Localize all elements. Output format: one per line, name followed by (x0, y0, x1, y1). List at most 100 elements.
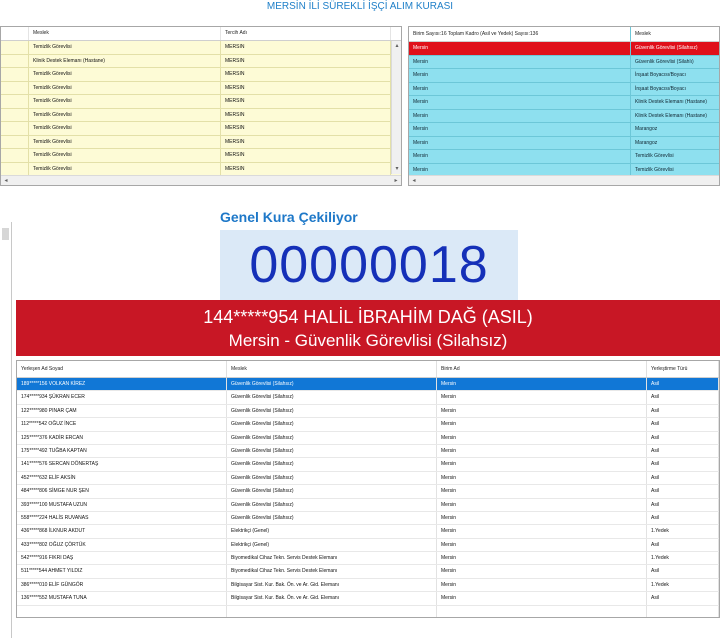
row-selector[interactable] (1, 108, 29, 121)
scroll-left-icon[interactable]: ◂ (1, 176, 11, 185)
table-row[interactable]: 136*****552 MUSTAFA TUNA Bilgisayar Sist.… (17, 592, 719, 606)
scroll-down-icon[interactable]: ▾ (392, 164, 401, 174)
table-cell: Mersin (437, 471, 647, 485)
table-cell: Mersin (437, 391, 647, 404)
table-cell: Klinik Destek Elemanı (Hastane) (635, 112, 707, 119)
row-selector[interactable] (1, 135, 29, 148)
table-row[interactable]: 174*****934 ŞÜKRAN ECER Güvenlik Görevlis… (17, 391, 719, 405)
table-cell: Asil (647, 485, 719, 498)
table-row[interactable]: 452*****632 ELİF AKSİN Güvenlik Görevlisi… (17, 471, 719, 486)
table-row[interactable]: 189*****156 VOLKAN KİREZ Güvenlik Görevli… (17, 378, 719, 392)
empty-row[interactable] (17, 605, 719, 617)
table-cell: Güvenlik Görevlisi (Silahsız) (227, 431, 437, 444)
table-cell: 141*****576 SERCAN DÖNERTAŞ (17, 458, 227, 471)
table-row[interactable]: Mersin Temizlik Görevlisi (409, 150, 719, 164)
table-row[interactable]: Mersin Klinik Destek Elemanı (Hastane) (409, 109, 719, 123)
row-selector[interactable] (1, 95, 29, 108)
column-header-ad-soyad[interactable]: Yerleşen Ad Soyad (17, 361, 227, 377)
table-cell: Asil (647, 431, 719, 444)
table-cell: MERSIN (221, 135, 391, 148)
column-header-yerlestirme-turu[interactable]: Yerleştirme Türü (647, 361, 719, 377)
table-cell: Güvenlik Görevlisi (Silahsız) (227, 378, 437, 391)
table-cell: Mersin (409, 82, 631, 95)
table-row[interactable]: 122*****980 PINAR ÇAM Güvenlik Görevlisi … (17, 404, 719, 419)
table-row[interactable]: Temizlik Görevlisi MERSIN (1, 149, 401, 163)
row-selector[interactable] (1, 81, 29, 94)
horizontal-scrollbar[interactable]: ◂ ▸ (1, 175, 401, 185)
table-row[interactable]: 511*****544 AHMET YILDIZ Biyomedikal Ciha… (17, 565, 719, 579)
table-cell: 136*****552 MUSTAFA TUNA (17, 592, 227, 605)
winner-banner: 144*****954 HALİL İBRAHİM DAĞ (ASIL) Mer… (16, 300, 720, 356)
table-cell: Mersin (409, 42, 631, 55)
table-row[interactable]: Temizlik Görevlisi MERSIN (1, 135, 401, 149)
column-header-meslek[interactable]: Meslek (227, 361, 437, 377)
table-row[interactable]: 558*****224 HALİS RUVANAS Güvenlik Görevl… (17, 511, 719, 526)
units-grid[interactable]: Birim Sayısı:16 Toplam Kadro (Asil ve Ye… (408, 26, 720, 186)
table-row[interactable]: Mersin Güvenlik Görevlisi (Silahsız) (409, 42, 719, 56)
placements-grid[interactable]: Yerleşen Ad Soyad Meslek Birim Ad Yerleş… (16, 360, 720, 618)
table-row[interactable]: 141*****576 SERCAN DÖNERTAŞ Güvenlik Göre… (17, 458, 719, 472)
table-cell: Mersin (409, 123, 631, 136)
table-cell: Asil (647, 444, 719, 458)
table-row[interactable]: 433*****802 OĞUZ ÇÖRTÜK Elektrikçi (Genel… (17, 538, 719, 553)
units-summary-header[interactable]: Birim Sayısı:16 Toplam Kadro (Asil ve Ye… (409, 27, 631, 41)
table-row[interactable]: Temizlik Görevlisi MERSIN (1, 41, 401, 55)
table-row[interactable]: 386*****010 ELİF GÜNGÖR Bilgisayar Sist. … (17, 578, 719, 593)
table-cell: Mersin (409, 55, 631, 68)
horizontal-scrollbar[interactable]: ◂ (409, 175, 719, 185)
table-cell: Temizlik Görevlisi (29, 149, 221, 162)
scroll-right-icon[interactable]: ▸ (391, 176, 401, 185)
table-cell: MERSIN (221, 68, 391, 81)
column-header-meslek[interactable]: Meslek (29, 27, 221, 40)
column-header-birim-ad[interactable]: Birim Ad (437, 361, 647, 377)
preferences-grid-header: Meslek Tercih Adı (1, 27, 401, 41)
table-row[interactable]: 393*****100 MUSTAFA UZUN Güvenlik Görevli… (17, 498, 719, 512)
row-selector[interactable] (1, 149, 29, 162)
table-row[interactable]: Mersin Klinik Destek Elemanı (Hastane) (409, 96, 719, 110)
table-cell (437, 605, 647, 617)
table-row[interactable]: Mersin Marangoz (409, 123, 719, 137)
table-cell: Bilgisayar Sist. Kur. Bak. Ön. ve Ar. Gi… (227, 592, 437, 605)
table-row[interactable]: Klinik Destek Elemanı (Hastane) MERSIN (1, 54, 401, 68)
table-cell: MERSIN (221, 54, 391, 67)
vertical-scrollbar[interactable]: ▴ ▾ (391, 41, 401, 174)
table-row[interactable]: Temizlik Görevlisi MERSIN (1, 95, 401, 109)
table-row[interactable]: 436*****868 İLKNUR AKDUT Elektrikçi (Gene… (17, 525, 719, 539)
scroll-up-icon[interactable]: ▴ (392, 41, 401, 51)
table-cell: Güvenlik Görevlisi (Silahsız) (227, 391, 437, 404)
table-cell: Biyomedikal Cihaz Tekn. Servis Destek El… (227, 565, 437, 578)
column-header-tercih-adi[interactable]: Tercih Adı (221, 27, 391, 40)
table-cell: Mersin (409, 150, 631, 163)
table-cell: Asil (647, 511, 719, 525)
table-row[interactable]: Mersin İnşaat Boyacısı/Boyacı (409, 69, 719, 83)
table-row[interactable]: 125*****376 KADİR ERCAN Güvenlik Görevlis… (17, 431, 719, 445)
scroll-left-icon[interactable]: ◂ (409, 176, 419, 185)
table-row[interactable]: Temizlik Görevlisi MERSIN (1, 122, 401, 136)
row-selector[interactable] (1, 41, 29, 54)
table-row[interactable]: 175*****492 TUĞBA KAPTAN Güvenlik Görevli… (17, 444, 719, 459)
table-cell (17, 605, 227, 617)
table-row[interactable]: Temizlik Görevlisi MERSIN (1, 162, 401, 176)
table-row[interactable]: 112*****542 OĞUZ İNCE Güvenlik Görevlisi … (17, 418, 719, 432)
table-cell: Mersin (409, 96, 631, 109)
row-selector[interactable] (1, 162, 29, 175)
row-selector[interactable] (1, 54, 29, 67)
table-cell: Mersin (437, 511, 647, 525)
table-row[interactable]: Mersin Marangoz (409, 136, 719, 150)
table-cell: Bilgisayar Sist. Kur. Bak. Ön. ve Ar. Gi… (227, 578, 437, 592)
table-row[interactable]: 484*****806 SİMGE NUR ŞEN Güvenlik Görevl… (17, 485, 719, 499)
left-scrollbar[interactable] (0, 222, 12, 638)
table-cell: Temizlik Görevlisi (29, 41, 221, 54)
table-row[interactable]: Mersin İnşaat Boyacısı/Boyacı (409, 82, 719, 96)
table-row[interactable]: Temizlik Görevlisi MERSIN (1, 108, 401, 122)
table-cell: Mersin (437, 404, 647, 418)
scroll-thumb[interactable] (2, 228, 9, 240)
table-row[interactable]: Temizlik Görevlisi MERSIN (1, 68, 401, 82)
table-row[interactable]: Mersin Güvenlik Görevlisi (Silahlı) (409, 55, 719, 69)
row-selector[interactable] (1, 68, 29, 81)
row-selector[interactable] (1, 122, 29, 135)
table-row[interactable]: Temizlik Görevlisi MERSIN (1, 81, 401, 95)
column-header-meslek[interactable]: Meslek (631, 27, 719, 41)
table-row[interactable]: 542*****916 FIKRI DAŞ Biyomedikal Cihaz T… (17, 552, 719, 566)
preferences-grid[interactable]: Meslek Tercih Adı Temizlik Görevlisi MERS… (0, 26, 402, 186)
